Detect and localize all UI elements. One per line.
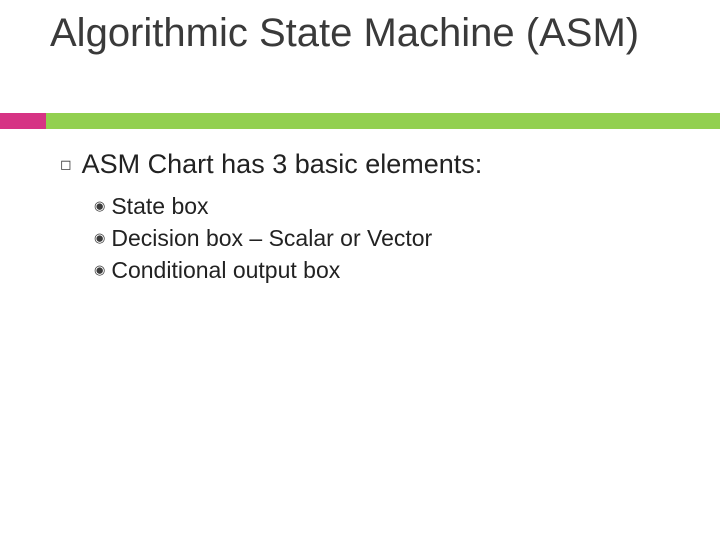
accent-tab [0, 113, 46, 129]
slide-title: Algorithmic State Machine (ASM) [50, 10, 670, 56]
sub-list: ◉ State box ◉ Decision box – Scalar or V… [94, 192, 670, 286]
sub-item-text: Conditional output box [111, 256, 340, 286]
list-item: ◉ State box [94, 192, 670, 222]
sub-item-text: Decision box – Scalar or Vector [111, 224, 432, 254]
body-heading: ASM Chart has 3 basic elements: [82, 148, 483, 182]
list-item: ◻ ASM Chart has 3 basic elements: [60, 148, 670, 182]
sub-item-text: State box [111, 192, 208, 222]
list-item: ◉ Decision box – Scalar or Vector [94, 224, 670, 254]
accent-bar [0, 113, 720, 129]
dot-bullet-icon: ◉ [94, 199, 105, 212]
body-content: ◻ ASM Chart has 3 basic elements: ◉ Stat… [60, 148, 670, 287]
dot-bullet-icon: ◉ [94, 263, 105, 276]
list-item: ◉ Conditional output box [94, 256, 670, 286]
title-text: Algorithmic State Machine (ASM) [50, 10, 670, 56]
dot-bullet-icon: ◉ [94, 231, 105, 244]
square-bullet-icon: ◻ [60, 157, 72, 171]
